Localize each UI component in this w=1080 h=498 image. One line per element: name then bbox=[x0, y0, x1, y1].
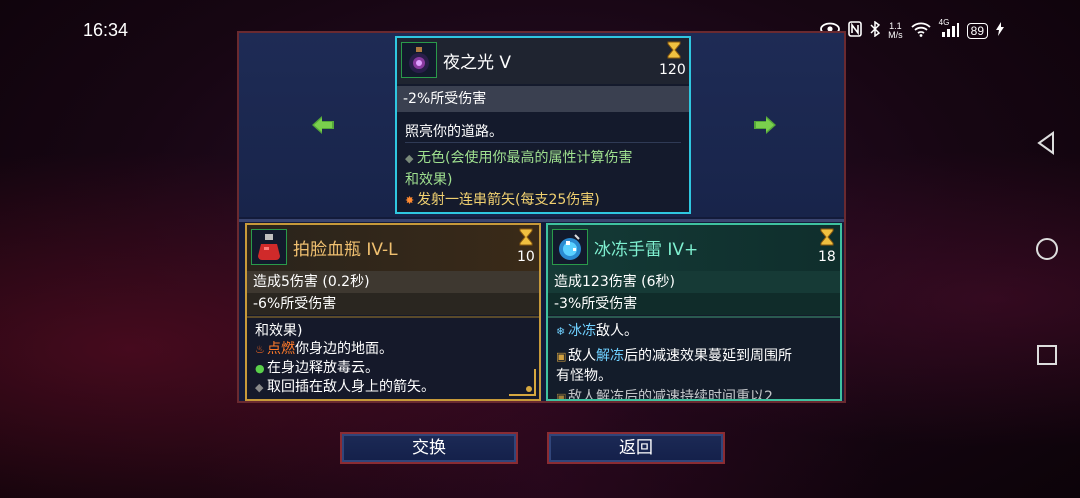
arrow-left-icon[interactable] bbox=[312, 115, 334, 135]
bluetooth-icon bbox=[870, 20, 881, 40]
signal-icon: 4G bbox=[939, 18, 959, 40]
battery-indicator: 89 bbox=[966, 22, 988, 39]
arrow-right-icon[interactable] bbox=[754, 115, 776, 135]
effect-tag-icon: ▣ bbox=[556, 391, 567, 401]
effect-line: ▣ 敌人解冻后的减速效果蔓延到周围所 bbox=[556, 346, 792, 367]
fire-icon: ♨ bbox=[255, 343, 265, 356]
effect-line: 和效果) bbox=[255, 323, 303, 339]
burst-icon: ✸ bbox=[405, 194, 415, 207]
effect-line: ❄ 冰冻敌人。 bbox=[556, 321, 638, 342]
swap-button[interactable]: 交换 bbox=[340, 432, 518, 464]
stat-line: -6%所受伤害 bbox=[247, 293, 539, 315]
network-speed: 1.1 M/s bbox=[888, 20, 903, 40]
stat-line: 造成123伤害 (6秒) bbox=[548, 271, 840, 293]
ice-grenade-item-icon bbox=[552, 229, 588, 265]
cooldown-value: 18 bbox=[818, 249, 836, 265]
diamond-bullet-icon: ◆ bbox=[405, 152, 414, 165]
effect-line: ◆ 无色(会使用你最高的属性计算伤害 bbox=[405, 148, 632, 169]
card-header: 拍脸血瓶 IV-L 10 bbox=[247, 225, 539, 271]
ornament-icon bbox=[509, 369, 536, 396]
snowflake-icon: ❄ bbox=[556, 325, 566, 338]
effect-line: 和效果) bbox=[405, 172, 453, 188]
card-header: 夜之光 V 120 bbox=[397, 38, 689, 84]
left-item-card[interactable]: 拍脸血瓶 IV-L 10 造成5伤害 (0.2秒) -6%所受伤害 和效果) ♨… bbox=[245, 223, 541, 401]
item-name: 冰冻手雷 IV+ bbox=[594, 240, 699, 260]
separator bbox=[548, 316, 840, 318]
effect-line: ▣ 敌人解冻后的减速持续时间重以2 bbox=[556, 387, 773, 401]
night-light-item-icon bbox=[401, 42, 437, 78]
item-name: 夜之光 V bbox=[443, 53, 512, 73]
back-button[interactable]: 返回 bbox=[547, 432, 725, 464]
flavor-text: 照亮你的道路。 bbox=[405, 124, 503, 140]
right-item-card[interactable]: 冰冻手雷 IV+ 18 造成123伤害 (6秒) -3%所受伤害 ❄ 冰冻敌人。 … bbox=[546, 223, 842, 401]
wifi-icon bbox=[911, 22, 931, 40]
blood-flask-item-icon bbox=[251, 229, 287, 265]
charging-icon bbox=[996, 22, 1004, 39]
hourglass-icon bbox=[519, 228, 533, 246]
diamond-bullet-icon: ◆ bbox=[255, 381, 264, 394]
current-item-card[interactable]: 夜之光 V 120 -2%所受伤害 照亮你的道路。 ◆ 无色(会使用你最高的属性计… bbox=[395, 36, 691, 214]
separator bbox=[247, 316, 539, 318]
effect-line: ● 在身边释放毒云。 bbox=[255, 358, 379, 379]
effect-line: ✸ 发射一连串箭矢(每支25伤害) bbox=[405, 190, 600, 211]
stat-line: -3%所受伤害 bbox=[548, 293, 840, 315]
effect-line: ◆ 取回插在敌人身上的箭矢。 bbox=[255, 377, 435, 398]
status-icons: 1.1 M/s 4G 89 bbox=[820, 18, 1004, 40]
circle-home-icon[interactable] bbox=[1034, 236, 1060, 262]
triangle-back-icon[interactable] bbox=[1034, 130, 1060, 156]
hourglass-icon bbox=[667, 41, 681, 59]
cooldown-value: 120 bbox=[659, 62, 686, 78]
nfc-icon bbox=[848, 21, 862, 40]
effect-tag-icon: ▣ bbox=[556, 350, 567, 363]
item-name: 拍脸血瓶 IV-L bbox=[293, 240, 398, 260]
square-recents-icon[interactable] bbox=[1034, 342, 1060, 368]
panel-divider bbox=[239, 219, 844, 222]
effect-line: 有怪物。 bbox=[556, 368, 612, 384]
item-compare-panel: 夜之光 V 120 -2%所受伤害 照亮你的道路。 ◆ 无色(会使用你最高的属性计… bbox=[237, 31, 846, 403]
stat-line: 造成5伤害 (0.2秒) bbox=[247, 271, 539, 293]
card-header: 冰冻手雷 IV+ 18 bbox=[548, 225, 840, 271]
navigation-bar bbox=[1020, 100, 1080, 400]
poison-cloud-icon: ● bbox=[255, 362, 265, 375]
clock: 16:34 bbox=[83, 20, 129, 40]
effect-line: ♨ 点燃你身边的地面。 bbox=[255, 339, 393, 360]
stat-line: -2%所受伤害 bbox=[397, 86, 689, 112]
cooldown-value: 10 bbox=[517, 249, 535, 265]
separator bbox=[405, 142, 681, 143]
hourglass-icon bbox=[820, 228, 834, 246]
